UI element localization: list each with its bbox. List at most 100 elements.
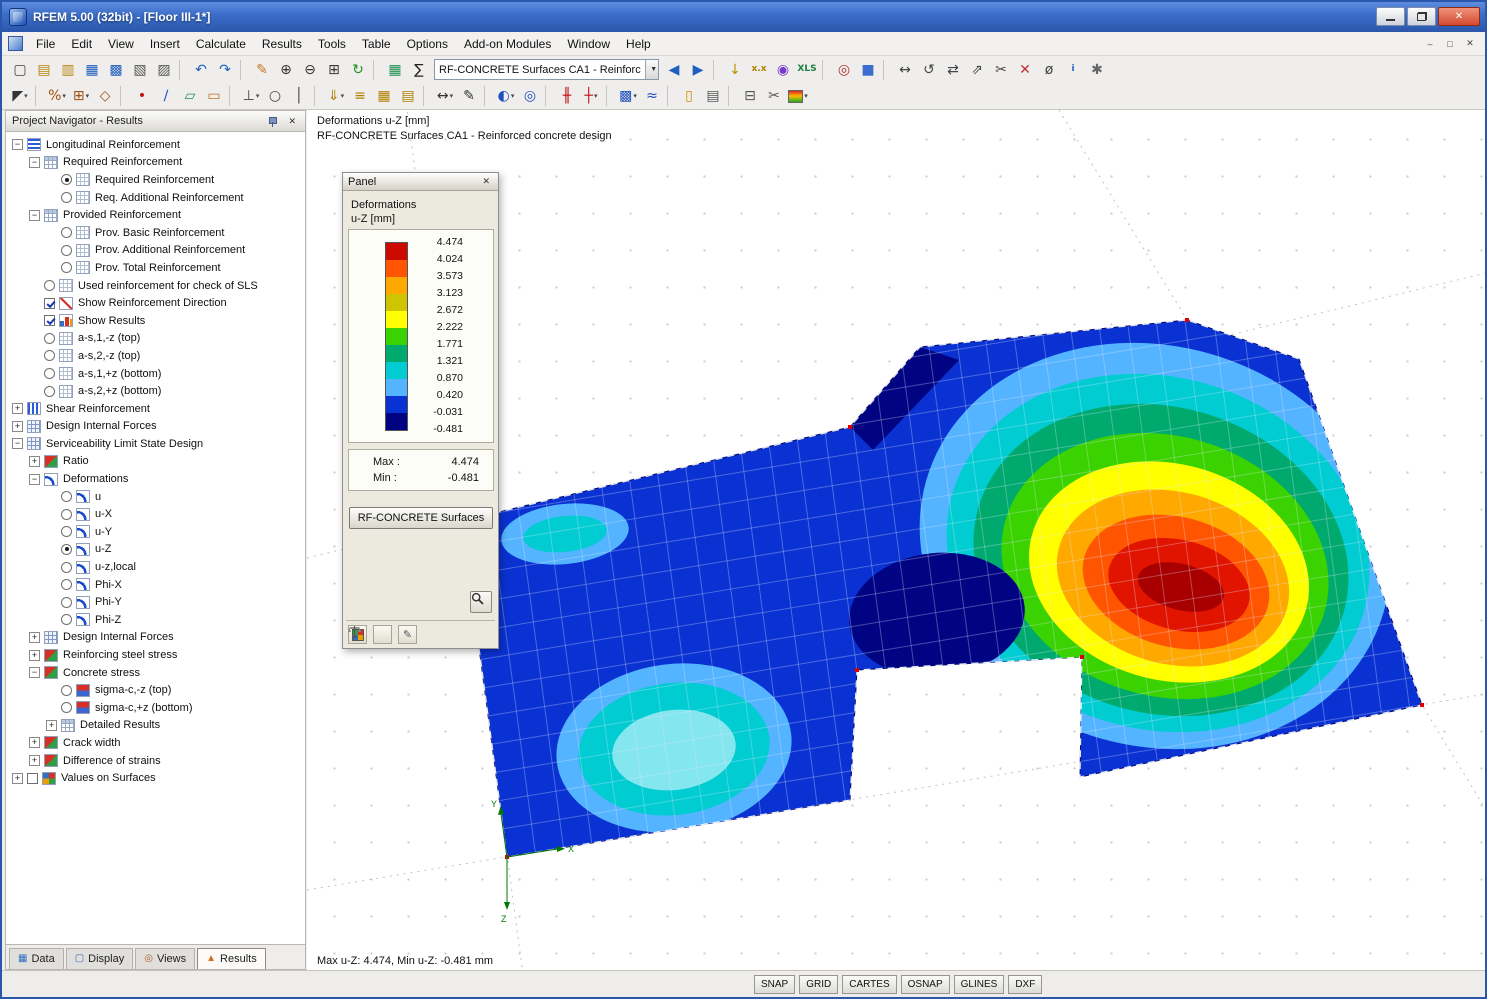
- radio-unselected[interactable]: [44, 386, 55, 397]
- tree-item[interactable]: −Deformations: [8, 470, 305, 488]
- new-member-button[interactable]: │: [287, 85, 311, 108]
- radio-unselected[interactable]: [44, 350, 55, 361]
- tree-item[interactable]: Req. Additional Reinforcement: [8, 189, 305, 207]
- print-graphic-button[interactable]: ◎: [832, 58, 856, 81]
- tree-expander-closed[interactable]: +: [46, 720, 57, 731]
- next-result-button[interactable]: ▶: [686, 58, 710, 81]
- project-button[interactable]: ⇗: [965, 58, 989, 81]
- trim-button[interactable]: ✂: [989, 58, 1013, 81]
- tree-item[interactable]: u-Y: [8, 523, 305, 541]
- work-plane-dropdown-arrow[interactable]: ▾: [86, 92, 90, 100]
- panel-zoom-button[interactable]: [470, 591, 492, 613]
- zoom-in-button[interactable]: ⊕: [274, 58, 298, 81]
- radio-unselected[interactable]: [44, 280, 55, 291]
- radio-unselected[interactable]: [61, 245, 72, 256]
- save-button[interactable]: ▦: [80, 58, 104, 81]
- new-line-button[interactable]: ∕: [154, 85, 178, 108]
- load-case-dropdown-arrow[interactable]: ▾: [341, 92, 345, 100]
- mdi-restore-button[interactable]: □: [1441, 36, 1459, 52]
- menu-item-view[interactable]: View: [100, 33, 142, 55]
- tab-display[interactable]: ▢Display: [66, 948, 134, 969]
- tree-item[interactable]: Prov. Total Reinforcement: [8, 259, 305, 277]
- tab-results[interactable]: ▲Results: [197, 948, 266, 969]
- tree-expander-open[interactable]: −: [29, 474, 40, 485]
- radio-unselected[interactable]: [61, 192, 72, 203]
- restore-button[interactable]: [1407, 7, 1436, 26]
- new-support-dropdown-arrow[interactable]: ▾: [256, 92, 260, 100]
- tree-item[interactable]: Show Reinforcement Direction: [8, 294, 305, 312]
- tree-expander-open[interactable]: −: [29, 667, 40, 678]
- surface-load-button[interactable]: ▦: [372, 85, 396, 108]
- dimension-button[interactable]: ↔▾: [433, 85, 457, 108]
- display-properties-button[interactable]: ▤: [701, 85, 725, 108]
- regenerate-button[interactable]: ↻: [346, 58, 370, 81]
- reinforcement-direction-button[interactable]: ┼▾: [579, 85, 603, 108]
- pin-icon[interactable]: [267, 116, 278, 127]
- excel-export-button[interactable]: XLS: [795, 58, 819, 81]
- radio-selected[interactable]: [61, 544, 72, 555]
- tab-data[interactable]: ▦Data: [9, 948, 64, 969]
- clipping-plane-button[interactable]: ⊟: [738, 85, 762, 108]
- user-view-button[interactable]: ◎: [518, 85, 542, 108]
- select-objects-button[interactable]: ◤▾: [8, 85, 32, 108]
- panel-scale-button[interactable]: [373, 625, 392, 644]
- open-file-button[interactable]: ▤: [32, 58, 56, 81]
- radio-unselected[interactable]: [44, 333, 55, 344]
- tree-item[interactable]: sigma-c,-z (top): [8, 681, 305, 699]
- tree-item[interactable]: Phi-Z: [8, 611, 305, 629]
- tree-expander-open[interactable]: −: [12, 139, 23, 150]
- save-as-button[interactable]: ▩: [104, 58, 128, 81]
- select-objects-dropdown-arrow[interactable]: ▾: [24, 92, 28, 100]
- tree-item[interactable]: +Reinforcing steel stress: [8, 646, 305, 664]
- load-case-button[interactable]: ⇓▾: [324, 85, 348, 108]
- panel-close-icon[interactable]: ✕: [479, 175, 493, 188]
- tree-expander-closed[interactable]: +: [12, 403, 23, 414]
- tree-item[interactable]: Phi-Y: [8, 593, 305, 611]
- menu-item-file[interactable]: File: [28, 33, 63, 55]
- tree-item[interactable]: u-X: [8, 505, 305, 523]
- radio-unselected[interactable]: [61, 491, 72, 502]
- tree-item[interactable]: a-s,2,+z (bottom): [8, 382, 305, 400]
- color-scale-dropdown-arrow[interactable]: ▾: [804, 92, 808, 100]
- menu-item-help[interactable]: Help: [618, 33, 659, 55]
- display-mode-button[interactable]: ■: [856, 58, 880, 81]
- status-toggle-snap[interactable]: SNAP: [754, 975, 795, 994]
- tree-item[interactable]: +Design Internal Forces: [8, 629, 305, 647]
- combo-dropdown-icon[interactable]: ▼: [645, 60, 659, 79]
- tree-item[interactable]: +Design Internal Forces: [8, 418, 305, 436]
- status-toggle-dxf[interactable]: DXF: [1008, 975, 1042, 994]
- mirror-button[interactable]: ⇄: [941, 58, 965, 81]
- radio-unselected[interactable]: [61, 685, 72, 696]
- zoom-window-button[interactable]: ⊞: [322, 58, 346, 81]
- radio-selected[interactable]: [61, 174, 72, 185]
- tree-item[interactable]: Prov. Basic Reinforcement: [8, 224, 305, 242]
- radio-unselected[interactable]: [61, 509, 72, 520]
- tree-item[interactable]: sigma-c,+z (bottom): [8, 699, 305, 717]
- open-project-button[interactable]: ▥: [56, 58, 80, 81]
- status-toggle-osnap[interactable]: OSNAP: [901, 975, 950, 994]
- menu-item-edit[interactable]: Edit: [63, 33, 100, 55]
- show-loads-button[interactable]: ↓: [723, 58, 747, 81]
- options-wheel-button[interactable]: ✱: [1085, 58, 1109, 81]
- rf-concrete-surfaces-button[interactable]: RF-CONCRETE Surfaces: [349, 507, 493, 529]
- tree-item[interactable]: +Crack width: [8, 734, 305, 752]
- visibility-mode-dropdown-arrow[interactable]: ▾: [511, 92, 515, 100]
- radio-unselected[interactable]: [61, 702, 72, 713]
- undo-button[interactable]: ↶: [189, 58, 213, 81]
- tree-expander-closed[interactable]: +: [29, 737, 40, 748]
- tree-item[interactable]: u-z,local: [8, 558, 305, 576]
- menu-item-table[interactable]: Table: [354, 33, 399, 55]
- work-plane-button[interactable]: ⊞▾: [69, 85, 93, 108]
- zoom-select-button[interactable]: ◉: [771, 58, 795, 81]
- tree-item[interactable]: Show Results: [8, 312, 305, 330]
- tree-item[interactable]: a-s,1,+z (bottom): [8, 365, 305, 383]
- graphics-area[interactable]: Deformations u-Z [mm] RF-CONCRETE Surfac…: [307, 110, 1486, 974]
- mdi-minimize-button[interactable]: –: [1421, 36, 1439, 52]
- radio-unselected[interactable]: [61, 614, 72, 625]
- snap-settings-button[interactable]: %▾: [45, 85, 69, 108]
- rotate-button[interactable]: ↺: [917, 58, 941, 81]
- tree-item[interactable]: Phi-X: [8, 576, 305, 594]
- tree-item[interactable]: +Shear Reinforcement: [8, 400, 305, 418]
- status-toggle-cartes[interactable]: CARTES: [842, 975, 896, 994]
- reinforcement-direction-dropdown-arrow[interactable]: ▾: [594, 92, 598, 100]
